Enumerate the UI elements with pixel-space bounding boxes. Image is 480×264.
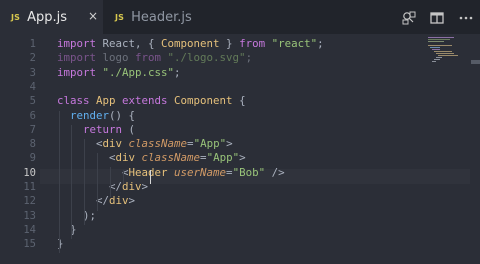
code-token: < (57, 165, 129, 179)
line-number: 12 (23, 195, 36, 208)
line-number: 7 (29, 123, 36, 136)
code-line[interactable]: import logo from "./logo.svg"; (57, 51, 252, 65)
code-line[interactable]: <Header userName="Bob" /> (57, 166, 285, 180)
code-token: "./logo.svg" (167, 51, 246, 65)
code-token: () { (109, 108, 136, 122)
code-token: { (239, 94, 246, 108)
code-token: from (239, 37, 272, 50)
code-token: import (57, 65, 103, 79)
line-number: 9 (29, 152, 36, 165)
tab-bar: JS App.js × JS Header.js (0, 0, 480, 34)
code-editor[interactable]: 1 2 3 4 5 6 7 8 9 10 11 12 13 14 15 import React, { Co… (0, 34, 480, 264)
javascript-file-icon: JS (115, 12, 125, 22)
code-token: App (96, 94, 123, 108)
code-token: className (141, 151, 201, 165)
line-number: 5 (29, 95, 36, 108)
indent-guide (59, 111, 60, 253)
code-token: ; (174, 65, 181, 79)
code-token: ; (245, 51, 253, 65)
code-token: div (115, 151, 142, 165)
code-token: className (128, 137, 188, 151)
code-token: } (219, 37, 240, 50)
code-token: "App" (206, 151, 240, 165)
code-token: > (141, 180, 149, 193)
indent-guide (71, 125, 72, 239)
code-token: "./App.css" (102, 65, 175, 79)
code-token: ( (128, 122, 136, 136)
code-token: render (70, 108, 110, 122)
code-token: div (102, 137, 129, 151)
code-token: import (57, 51, 103, 65)
code-token: div (122, 180, 142, 193)
code-token: Component (161, 37, 220, 50)
code-token: div (109, 194, 129, 208)
code-token: "App" (193, 137, 227, 151)
code-token: extends (122, 94, 175, 108)
code-line[interactable]: import React, { Component } from "react"… (57, 37, 324, 51)
code-token: userName (174, 165, 227, 179)
line-number: 11 (23, 181, 36, 193)
split-editor-icon[interactable] (429, 10, 445, 26)
code-token: > (128, 194, 136, 208)
line-number: 1 (29, 38, 36, 50)
tab-label: App.js (27, 9, 68, 25)
code-token: Component (174, 94, 240, 108)
text-cursor (150, 170, 151, 184)
code-token: import (57, 37, 103, 50)
open-changes-icon[interactable] (401, 10, 417, 26)
code-line[interactable]: } (57, 237, 64, 251)
line-number: 13 (23, 209, 36, 222)
tab-label: Header.js (131, 9, 192, 25)
code-token: < (57, 151, 116, 165)
tab-app-js[interactable]: JS App.js × (0, 0, 103, 34)
code-line[interactable]: class App extends Component { (57, 94, 246, 108)
line-number: 10 (23, 166, 36, 179)
code-token: > (239, 151, 246, 165)
line-number: 8 (29, 138, 36, 151)
code-token: Header (128, 165, 175, 179)
code-token: class (57, 94, 97, 108)
line-number: 3 (29, 66, 36, 79)
code-line[interactable]: render() { (57, 109, 135, 123)
indent-guide (123, 170, 124, 184)
indent-guide (84, 139, 85, 225)
javascript-file-icon: JS (11, 12, 21, 22)
line-number: 14 (23, 223, 36, 236)
code-token: return (83, 122, 129, 136)
code-token: "react" (271, 37, 318, 50)
code-token: </ (57, 194, 110, 208)
code-token: from (135, 51, 168, 65)
code-token: logo (102, 51, 136, 65)
tab-header-js[interactable]: JS Header.js (103, 0, 193, 34)
code-line[interactable]: import "./App.css"; (57, 66, 181, 80)
line-number: 2 (29, 52, 36, 65)
code-token: "Bob" (232, 165, 266, 179)
code-line[interactable]: <div className="App"> (57, 151, 246, 165)
minimap[interactable] (424, 34, 468, 74)
indent-guide (110, 167, 111, 197)
line-number: 6 (29, 109, 36, 122)
code-token: > (226, 137, 233, 151)
more-actions-icon[interactable] (458, 10, 474, 26)
code-token: React, { (102, 37, 162, 50)
code-token: < (57, 137, 103, 151)
code-token: /> (265, 165, 285, 179)
code-token: ; (317, 37, 324, 50)
line-number: 4 (29, 80, 36, 93)
close-icon[interactable]: × (86, 9, 100, 23)
code-line[interactable]: ); (57, 209, 96, 223)
scrollbar-cursor-marker[interactable] (471, 60, 480, 64)
code-token: } (57, 237, 64, 251)
code-line[interactable]: return ( (57, 123, 135, 137)
code-token: </ (57, 180, 123, 193)
line-number: 15 (23, 238, 36, 251)
indent-guide (97, 153, 98, 211)
code-token: ); (57, 208, 97, 222)
